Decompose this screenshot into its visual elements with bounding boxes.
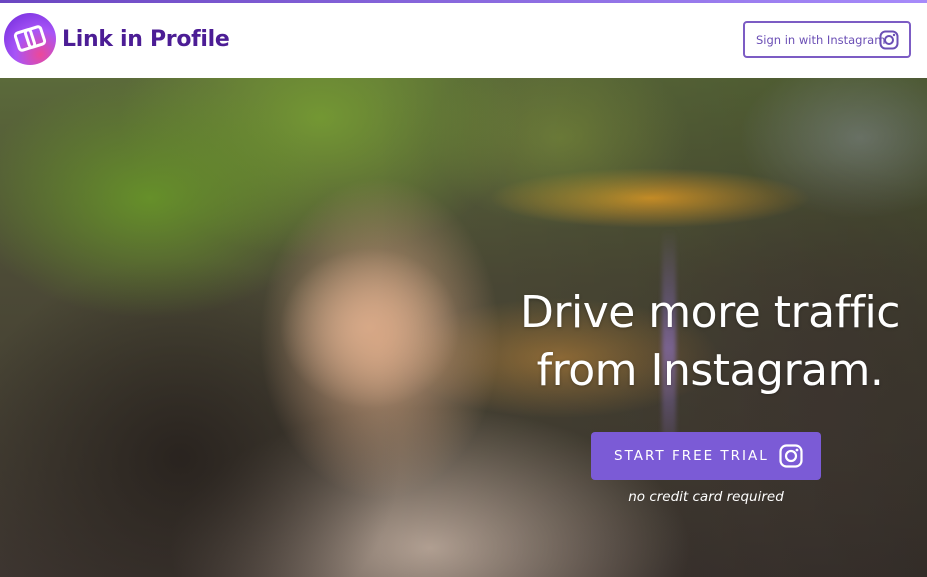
hero-section: Drive more traffic from Instagram. START… bbox=[0, 78, 927, 577]
landing-page: Link in Profile Sign in with Instagram D… bbox=[0, 0, 927, 577]
instagram-icon bbox=[879, 30, 899, 53]
sign-in-label: Sign in with Instagram bbox=[756, 32, 886, 47]
brand-logo-link[interactable]: Link in Profile bbox=[4, 13, 230, 65]
start-free-trial-label: START FREE TRIAL bbox=[614, 448, 769, 464]
brand-name: Link in Profile bbox=[62, 26, 230, 52]
link-squares-logo-icon bbox=[4, 13, 56, 65]
hero-headline-line-2: from Instagram. bbox=[536, 345, 884, 396]
hero-headline-line-1: Drive more traffic bbox=[520, 287, 900, 338]
start-free-trial-button[interactable]: START FREE TRIAL bbox=[591, 432, 821, 480]
hero-headline: Drive more traffic from Instagram. bbox=[440, 284, 927, 400]
instagram-icon bbox=[779, 444, 803, 472]
site-header: Link in Profile Sign in with Instagram bbox=[0, 3, 927, 78]
sign-in-with-instagram-button[interactable]: Sign in with Instagram bbox=[743, 21, 911, 58]
no-credit-card-note: no credit card required bbox=[628, 489, 784, 505]
